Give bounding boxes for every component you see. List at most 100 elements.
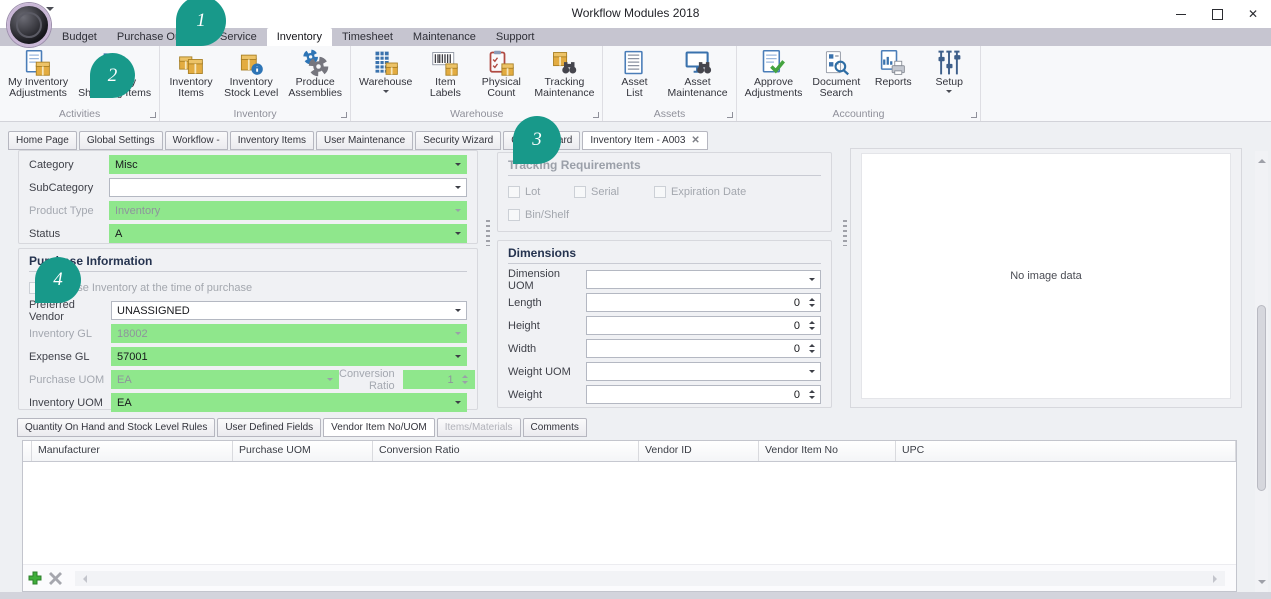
dialog-launcher-icon[interactable] [971, 112, 977, 118]
combo-dropdown-icon[interactable] [809, 370, 815, 376]
spinner-buttons[interactable] [805, 386, 818, 403]
checkbox-lot[interactable] [508, 186, 520, 198]
column-header-purchase-uom[interactable]: Purchase UOM [233, 441, 373, 461]
ribbon-button-asset-list[interactable]: Asset List [606, 48, 662, 107]
tab-label: Home Page [16, 135, 69, 146]
checkbox-expiration-date[interactable] [654, 186, 666, 198]
minimize-button[interactable] [1163, 0, 1199, 28]
add-row-button[interactable] [28, 571, 42, 585]
ribbon-button-my-inventory-adjustments[interactable]: My Inventory Adjustments [3, 48, 73, 107]
close-tab-icon[interactable]: ✕ [691, 135, 699, 146]
scrollbar-thumb[interactable] [1257, 305, 1266, 491]
field-subcategory[interactable] [109, 178, 467, 197]
close-button[interactable]: ✕ [1235, 0, 1271, 28]
field-height[interactable]: 0 [586, 316, 821, 335]
field-weight[interactable]: 0 [586, 385, 821, 404]
combo-dropdown-icon[interactable] [809, 278, 815, 284]
ribbon-tab-budget[interactable]: Budget [52, 28, 107, 46]
field-value: 0 [794, 320, 800, 332]
ribbon-button-inventory-items[interactable]: Inventory Items [163, 48, 219, 107]
ribbon-tab-timesheet[interactable]: Timesheet [332, 28, 403, 46]
ribbon-tab-inventory[interactable]: Inventory [267, 28, 332, 46]
combo-dropdown-icon[interactable] [455, 163, 461, 169]
spinner-buttons[interactable] [805, 340, 818, 357]
dialog-launcher-icon[interactable] [727, 112, 733, 118]
scroll-down-icon[interactable] [1258, 580, 1266, 588]
app-logo[interactable] [7, 3, 51, 47]
field-status[interactable]: A [109, 224, 467, 243]
tracking-row-1: LotSerialExpiration Date [508, 182, 821, 201]
ribbon-button-reports[interactable]: Reports [865, 48, 921, 107]
field-label: Status [29, 228, 109, 240]
dialog-launcher-icon[interactable] [593, 112, 599, 118]
grid-horizontal-scrollbar[interactable] [75, 571, 1225, 586]
detail-tab-quantity-on-hand-and-stock-level-rules[interactable]: Quantity On Hand and Stock Level Rules [17, 418, 215, 437]
ribbon-button-setup[interactable]: Setup [921, 48, 977, 107]
scroll-up-icon[interactable] [1258, 155, 1266, 163]
doc-tab-inventory-item-a003[interactable]: Inventory Item - A003✕ [582, 131, 707, 150]
ribbon-button-approve-adjustments[interactable]: Approve Adjustments [740, 48, 808, 107]
field-dimension-uom[interactable] [586, 270, 821, 289]
ribbon-tab-support[interactable]: Support [486, 28, 545, 46]
doc-tab-workflow[interactable]: Workflow - [165, 131, 228, 150]
field-length[interactable]: 0 [586, 293, 821, 312]
maximize-button[interactable] [1199, 0, 1235, 28]
spin-down-icon[interactable] [809, 396, 815, 402]
detail-tab-vendor-item-no-uom[interactable]: Vendor Item No/UOM [323, 418, 435, 437]
column-header-upc[interactable]: UPC [896, 441, 1236, 461]
ribbon-button-asset-maintenance[interactable]: Asset Maintenance [662, 48, 732, 107]
ribbon-button-document-search[interactable]: Document Search [807, 48, 865, 107]
detail-tab-comments[interactable]: Comments [523, 418, 587, 437]
spin-down-icon[interactable] [809, 304, 815, 310]
combo-dropdown-icon[interactable] [455, 401, 461, 407]
doc-tab-home-page[interactable]: Home Page [8, 131, 77, 150]
field-width[interactable]: 0 [586, 339, 821, 358]
column-header-vendor-item-no[interactable]: Vendor Item No [759, 441, 896, 461]
column-header-manufacturer[interactable]: Manufacturer [32, 441, 233, 461]
dialog-launcher-icon[interactable] [341, 112, 347, 118]
ribbon-tab-maintenance[interactable]: Maintenance [403, 28, 486, 46]
ribbon-group-inventory: Inventory ItemsInventory Stock LevelProd… [160, 46, 351, 121]
delete-row-button[interactable] [49, 572, 62, 585]
column-header-vendor-id[interactable]: Vendor ID [639, 441, 759, 461]
spin-up-icon[interactable] [809, 295, 815, 301]
field-weight-uom[interactable] [586, 362, 821, 381]
spin-down-icon[interactable] [809, 350, 815, 356]
combo-dropdown-icon[interactable] [455, 355, 461, 361]
ribbon-button-tracking-maintenance[interactable]: Tracking Maintenance [529, 48, 599, 107]
spinner-buttons[interactable] [805, 317, 818, 334]
field-expense-gl[interactable]: 57001 [111, 347, 467, 366]
form-vertical-scrollbar[interactable] [1255, 151, 1268, 592]
ribbon-button-produce-assemblies[interactable]: Produce Assemblies [283, 48, 347, 107]
scroll-left-icon[interactable] [79, 575, 87, 583]
spin-down-icon[interactable] [809, 327, 815, 333]
combo-dropdown-icon[interactable] [455, 232, 461, 238]
ribbon-button-warehouse[interactable]: Warehouse [354, 48, 417, 107]
spin-up-icon[interactable] [809, 387, 815, 393]
ribbon-button-physical-count[interactable]: Physical Count [473, 48, 529, 107]
column-header-conversion-ratio[interactable]: Conversion Ratio [373, 441, 639, 461]
combo-dropdown-icon[interactable] [455, 309, 461, 315]
doc-tab-global-settings[interactable]: Global Settings [79, 131, 163, 150]
combo-dropdown-icon[interactable] [455, 186, 461, 192]
doc-tab-inventory-items[interactable]: Inventory Items [230, 131, 314, 150]
scroll-right-icon[interactable] [1213, 575, 1221, 583]
doc-tab-security-wizard[interactable]: Security Wizard [415, 131, 501, 150]
spin-up-icon[interactable] [809, 318, 815, 324]
dialog-launcher-icon[interactable] [150, 112, 156, 118]
field-inventory-uom[interactable]: EA [111, 393, 467, 412]
ribbon-button-item-labels[interactable]: Item Labels [417, 48, 473, 107]
doc-tab-user-maintenance[interactable]: User Maintenance [316, 131, 413, 150]
splitter-left[interactable] [486, 220, 490, 246]
field-preferred-vendor[interactable]: UNASSIGNED [111, 301, 467, 320]
spinner-buttons[interactable] [805, 294, 818, 311]
detail-tab-user-defined-fields[interactable]: User Defined Fields [217, 418, 321, 437]
field-value: Inventory [115, 205, 160, 217]
field-category[interactable]: Misc [109, 155, 467, 174]
field-value: UNASSIGNED [117, 305, 190, 317]
checkbox-bin-shelf[interactable] [508, 209, 520, 221]
splitter-right[interactable] [843, 220, 847, 246]
ribbon-button-inventory-stock-level[interactable]: Inventory Stock Level [219, 48, 283, 107]
checkbox-serial[interactable] [574, 186, 586, 198]
spin-up-icon[interactable] [809, 341, 815, 347]
